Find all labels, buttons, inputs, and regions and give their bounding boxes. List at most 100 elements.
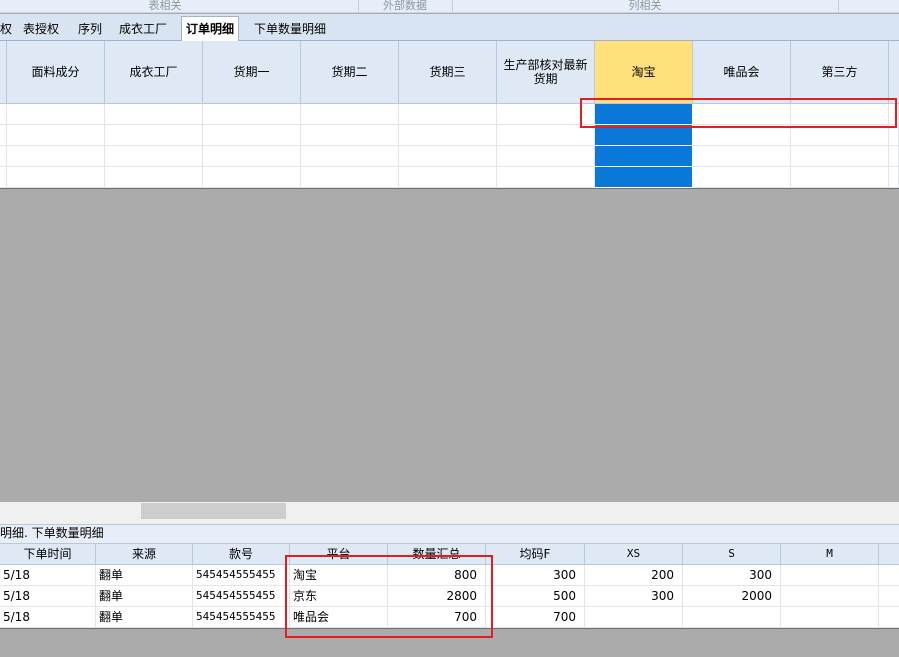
column-header-third-party[interactable]: 第三方 — [791, 41, 889, 104]
grid-cell[interactable] — [497, 146, 595, 167]
column-header-latest-delivery[interactable]: 生产部核对最新货期 — [497, 41, 595, 104]
ribbon-separator — [838, 0, 839, 13]
grid-cell[interactable] — [497, 125, 595, 146]
column-header-style-no[interactable]: 款号 — [193, 544, 290, 565]
grid-cell[interactable] — [7, 167, 105, 188]
tab-permission[interactable]: 权 — [0, 17, 12, 41]
tab-garment-factory[interactable]: 成衣工厂 — [119, 17, 167, 41]
selected-cell[interactable] — [595, 146, 693, 167]
grid-cell[interactable] — [301, 125, 399, 146]
grid-cell[interactable] — [399, 167, 497, 188]
grid-cell[interactable] — [301, 104, 399, 125]
cell-style-no[interactable]: 545454555455 — [193, 565, 290, 586]
grid-cell[interactable] — [889, 104, 899, 125]
grid-cell[interactable] — [203, 125, 301, 146]
column-header-overflow — [879, 544, 899, 565]
cell-quantity-total[interactable]: 2800 — [388, 586, 486, 607]
column-header-quantity-total[interactable]: 数量汇总 — [388, 544, 486, 565]
grid-cell[interactable] — [399, 104, 497, 125]
cell-s[interactable]: 2000 — [683, 586, 781, 607]
selected-cell[interactable] — [595, 104, 693, 125]
grid-cell[interactable] — [399, 146, 497, 167]
column-header-source[interactable]: 来源 — [96, 544, 193, 565]
grid-cell[interactable] — [497, 167, 595, 188]
row-indicator-header — [0, 41, 7, 104]
grid-cell[interactable] — [889, 125, 899, 146]
grid-cell[interactable] — [203, 167, 301, 188]
horizontal-scrollbar[interactable] — [0, 502, 899, 524]
column-header-taobao[interactable]: 淘宝 — [595, 41, 693, 104]
cell-platform[interactable]: 唯品会 — [290, 607, 388, 628]
cell-order-time[interactable]: 5/18 — [0, 565, 96, 586]
cell-m[interactable] — [781, 607, 879, 628]
grid-cell[interactable] — [399, 125, 497, 146]
cell-s[interactable]: 300 — [683, 565, 781, 586]
grid-cell[interactable] — [693, 167, 791, 188]
column-header-delivery-1[interactable]: 货期一 — [203, 41, 301, 104]
column-header-fabric[interactable]: 面料成分 — [7, 41, 105, 104]
cell-free-size[interactable]: 300 — [486, 565, 585, 586]
grid-cell[interactable] — [889, 146, 899, 167]
column-header-order-time[interactable]: 下单时间 — [0, 544, 96, 565]
grid-cell[interactable] — [105, 167, 203, 188]
scrollbar-thumb[interactable] — [141, 503, 286, 519]
tab-table-auth[interactable]: 表授权 — [23, 17, 59, 41]
column-header-m[interactable]: M — [781, 544, 879, 565]
grid-cell[interactable] — [791, 167, 889, 188]
cell-xs[interactable]: 200 — [585, 565, 683, 586]
grid-cell[interactable] — [693, 125, 791, 146]
column-header-platform[interactable]: 平台 — [290, 544, 388, 565]
cell-m[interactable] — [781, 586, 879, 607]
column-header-overflow — [889, 41, 899, 104]
cell-source[interactable]: 翻单 — [96, 586, 193, 607]
grid-cell[interactable] — [791, 125, 889, 146]
grid-cell[interactable] — [7, 104, 105, 125]
column-header-s[interactable]: S — [683, 544, 781, 565]
cell-free-size[interactable]: 500 — [486, 586, 585, 607]
cell-order-time[interactable]: 5/18 — [0, 586, 96, 607]
cell-quantity-total[interactable]: 700 — [388, 607, 486, 628]
grid-cell[interactable] — [105, 125, 203, 146]
cell-style-no[interactable]: 545454555455 — [193, 607, 290, 628]
column-header-free-size[interactable]: 均码F — [486, 544, 585, 565]
cell-platform[interactable]: 淘宝 — [290, 565, 388, 586]
selected-cell[interactable] — [595, 167, 693, 188]
grid-cell[interactable] — [7, 125, 105, 146]
grid-cell[interactable] — [791, 146, 889, 167]
cell-order-time[interactable]: 5/18 — [0, 607, 96, 628]
column-header-xs[interactable]: XS — [585, 544, 683, 565]
cell-free-size[interactable]: 700 — [486, 607, 585, 628]
grid-cell — [0, 167, 7, 188]
grid-cell[interactable] — [301, 167, 399, 188]
grid-cell — [0, 125, 7, 146]
grid-cell[interactable] — [105, 146, 203, 167]
tab-sequence[interactable]: 序列 — [78, 17, 102, 41]
grid-cell[interactable] — [105, 104, 203, 125]
grid-cell[interactable] — [203, 104, 301, 125]
grid-cell[interactable] — [7, 146, 105, 167]
ribbon-group-external-data: 外部数据 — [383, 0, 427, 12]
cell-m[interactable] — [781, 565, 879, 586]
grid-cell[interactable] — [301, 146, 399, 167]
selected-cell[interactable] — [595, 125, 693, 146]
grid-cell[interactable] — [203, 146, 301, 167]
column-header-factory[interactable]: 成衣工厂 — [105, 41, 203, 104]
grid-cell[interactable] — [889, 167, 899, 188]
column-header-delivery-2[interactable]: 货期二 — [301, 41, 399, 104]
column-header-delivery-3[interactable]: 货期三 — [399, 41, 497, 104]
grid-cell[interactable] — [791, 104, 889, 125]
grid-cell[interactable] — [693, 146, 791, 167]
cell-source[interactable]: 翻单 — [96, 607, 193, 628]
cell-s[interactable] — [683, 607, 781, 628]
column-header-vip[interactable]: 唯品会 — [693, 41, 791, 104]
grid-cell[interactable] — [497, 104, 595, 125]
cell-source[interactable]: 翻单 — [96, 565, 193, 586]
grid-cell[interactable] — [693, 104, 791, 125]
cell-style-no[interactable]: 545454555455 — [193, 586, 290, 607]
cell-xs[interactable]: 300 — [585, 586, 683, 607]
tab-order-detail[interactable]: 订单明细 — [181, 16, 240, 42]
cell-quantity-total[interactable]: 800 — [388, 565, 486, 586]
tab-order-quantity-detail[interactable]: 下单数量明细 — [254, 17, 326, 41]
cell-platform[interactable]: 京东 — [290, 586, 388, 607]
cell-xs[interactable] — [585, 607, 683, 628]
